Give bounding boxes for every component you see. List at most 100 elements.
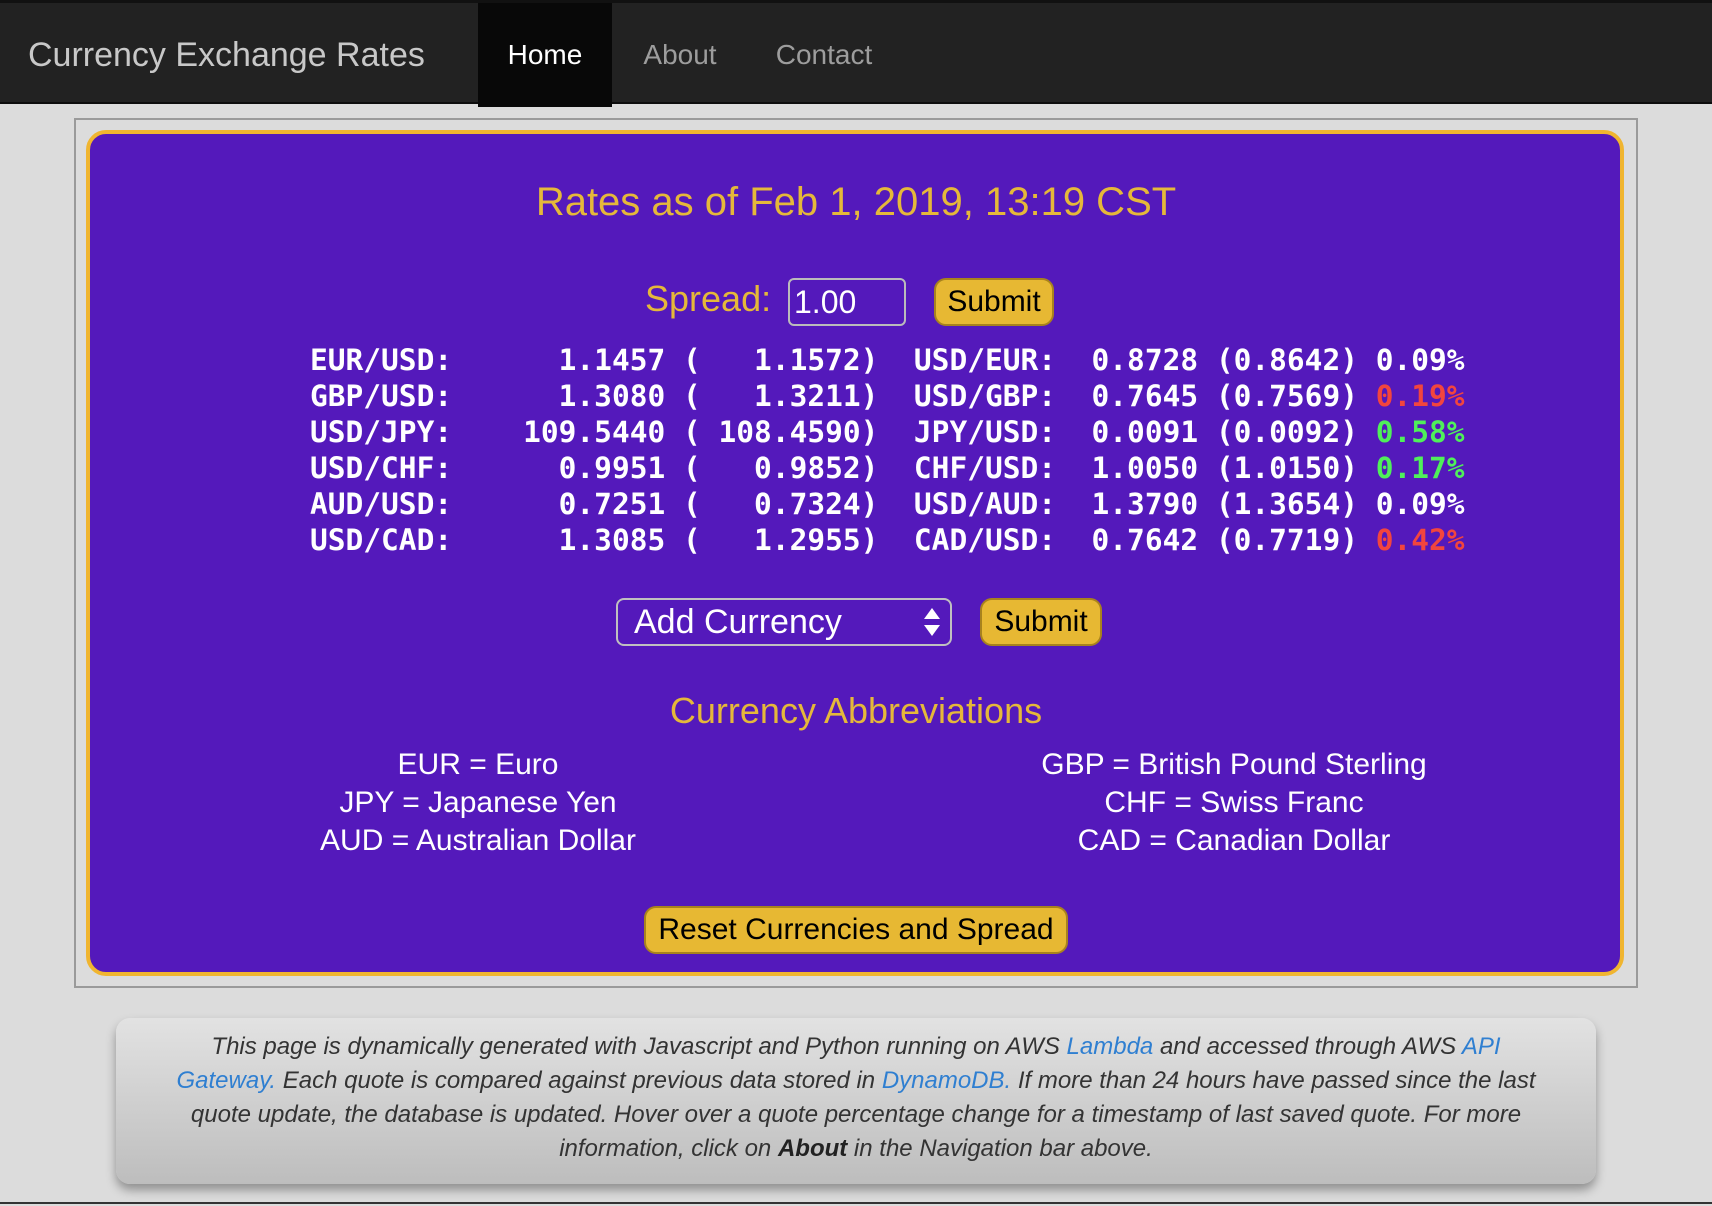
abbr-item: CAD = Canadian Dollar — [1077, 824, 1391, 857]
dynamodb-link[interactable]: DynamoDB. — [882, 1067, 1011, 1094]
add-currency-selected: Add Currency — [634, 603, 842, 641]
spread-submit-button[interactable]: Submit — [934, 278, 1054, 326]
rate-row: AUD/USD: 0.7251 ( 0.7324) USD/AUD: 1.379… — [310, 486, 1465, 522]
paren: ( — [1198, 487, 1234, 521]
paren: ( — [665, 415, 701, 449]
rate-pair: GBP/USD: — [310, 379, 453, 413]
change-percent[interactable]: 0.09% — [1376, 343, 1465, 377]
rate-prev: 0.7324 — [700, 487, 861, 521]
rate-row: USD/CAD: 1.3085 ( 1.2955) CAD/USD: 0.764… — [310, 522, 1465, 558]
rates-title: Rates as of Feb 1, 2019, 13:19 CST — [535, 180, 1177, 224]
inverse-pair: USD/EUR: — [913, 343, 1057, 377]
paren: ) — [1340, 379, 1376, 413]
inverse-rate: 1.0050 — [1056, 451, 1199, 485]
paren: ( — [665, 379, 701, 413]
abbreviations-heading: Currency Abbreviations — [669, 690, 1043, 731]
paren: ) — [860, 379, 914, 413]
paren: ) — [1340, 343, 1376, 377]
paren: ) — [1340, 523, 1376, 557]
paren: ) — [860, 415, 914, 449]
note-text: This page is dynamically generated with … — [211, 1033, 1067, 1060]
paren: ) — [860, 343, 914, 377]
rate-pair: EUR/USD: — [310, 343, 453, 377]
rate-row: USD/CHF: 0.9951 ( 0.9852) CHF/USD: 1.005… — [310, 450, 1465, 486]
abbr-item: CHF = Swiss Franc — [1104, 786, 1364, 819]
add-currency-select[interactable]: Add Currency — [616, 598, 952, 646]
paren: ) — [1340, 451, 1376, 485]
spread-input[interactable] — [788, 278, 906, 326]
rate-value: 1.1457 — [452, 343, 666, 377]
paren: ) — [860, 523, 914, 557]
info-note: This page is dynamically generated with … — [116, 1018, 1596, 1184]
paren: ) — [1340, 487, 1376, 521]
lambda-link[interactable]: Lambda — [1067, 1033, 1154, 1060]
paren: ( — [1198, 415, 1234, 449]
paren: ( — [1198, 523, 1234, 557]
rate-value: 0.7251 — [452, 487, 666, 521]
about-bold: About — [777, 1135, 848, 1162]
paren: ( — [1198, 343, 1234, 377]
inverse-pair: CHF/USD: — [913, 451, 1057, 485]
change-percent[interactable]: 0.19% — [1376, 379, 1465, 413]
paren: ( — [665, 343, 701, 377]
inverse-prev: 0.7719 — [1233, 523, 1341, 557]
rate-pair: USD/CAD: — [310, 523, 453, 557]
change-percent[interactable]: 0.58% — [1376, 415, 1465, 449]
rate-value: 0.9951 — [452, 451, 666, 485]
abbr-item: EUR = Euro — [397, 748, 559, 781]
note-text: in the Navigation bar above. — [847, 1135, 1153, 1162]
rate-value: 1.3080 — [452, 379, 666, 413]
bottom-border — [0, 1202, 1712, 1204]
rate-pair: AUD/USD: — [310, 487, 453, 521]
rate-prev: 1.2955 — [700, 523, 861, 557]
inverse-rate: 0.8728 — [1056, 343, 1199, 377]
paren: ( — [665, 451, 701, 485]
inverse-prev: 1.3654 — [1233, 487, 1341, 521]
inverse-rate: 1.3790 — [1056, 487, 1199, 521]
abbreviations-right: GBP = British Pound Sterling CHF = Swiss… — [954, 746, 1514, 860]
spread-label: Spread: — [645, 278, 772, 319]
add-currency-submit-button[interactable]: Submit — [980, 598, 1102, 646]
note-text: Each quote is compared against previous … — [276, 1067, 882, 1094]
rates-table: EUR/USD: 1.1457 ( 1.1572) USD/EUR: 0.872… — [310, 342, 1465, 558]
nav-contact[interactable]: Contact — [768, 3, 880, 107]
inverse-prev: 1.0150 — [1233, 451, 1341, 485]
abbr-item: JPY = Japanese Yen — [339, 786, 617, 819]
rate-prev: 108.4590 — [700, 415, 861, 449]
rate-value: 109.5440 — [452, 415, 666, 449]
brand-title[interactable]: Currency Exchange Rates — [28, 3, 425, 107]
paren: ( — [1198, 379, 1234, 413]
inverse-prev: 0.0092 — [1233, 415, 1341, 449]
change-percent[interactable]: 0.17% — [1376, 451, 1465, 485]
abbr-item: AUD = Australian Dollar — [320, 824, 636, 857]
abbreviations-left: EUR = Euro JPY = Japanese Yen AUD = Aust… — [198, 746, 758, 860]
rate-prev: 1.3211 — [700, 379, 861, 413]
inverse-pair: CAD/USD: — [913, 523, 1057, 557]
navbar: Currency Exchange Rates Home About Conta… — [0, 0, 1712, 107]
paren: ( — [665, 487, 701, 521]
abbr-item: GBP = British Pound Sterling — [1041, 748, 1427, 781]
inverse-rate: 0.7642 — [1056, 523, 1199, 557]
paren: ( — [1198, 451, 1234, 485]
inverse-rate: 0.0091 — [1056, 415, 1199, 449]
rate-row: USD/JPY: 109.5440 ( 108.4590) JPY/USD: 0… — [310, 414, 1465, 450]
paren: ) — [860, 487, 914, 521]
select-arrows-icon — [924, 608, 940, 636]
rate-pair: USD/CHF: — [310, 451, 453, 485]
change-percent[interactable]: 0.42% — [1376, 523, 1465, 557]
inverse-rate: 0.7645 — [1056, 379, 1199, 413]
nav-home[interactable]: Home — [478, 3, 612, 107]
rate-row: EUR/USD: 1.1457 ( 1.1572) USD/EUR: 0.872… — [310, 342, 1465, 378]
change-percent[interactable]: 0.09% — [1376, 487, 1465, 521]
rate-prev: 1.1572 — [700, 343, 861, 377]
inverse-pair: USD/AUD: — [913, 487, 1057, 521]
paren: ) — [860, 451, 914, 485]
inverse-pair: JPY/USD: — [913, 415, 1057, 449]
reset-button[interactable]: Reset Currencies and Spread — [644, 906, 1068, 954]
paren: ( — [665, 523, 701, 557]
rate-prev: 0.9852 — [700, 451, 861, 485]
nav-about[interactable]: About — [630, 3, 730, 107]
inverse-prev: 0.8642 — [1233, 343, 1341, 377]
rate-value: 1.3085 — [452, 523, 666, 557]
rate-pair: USD/JPY: — [310, 415, 453, 449]
